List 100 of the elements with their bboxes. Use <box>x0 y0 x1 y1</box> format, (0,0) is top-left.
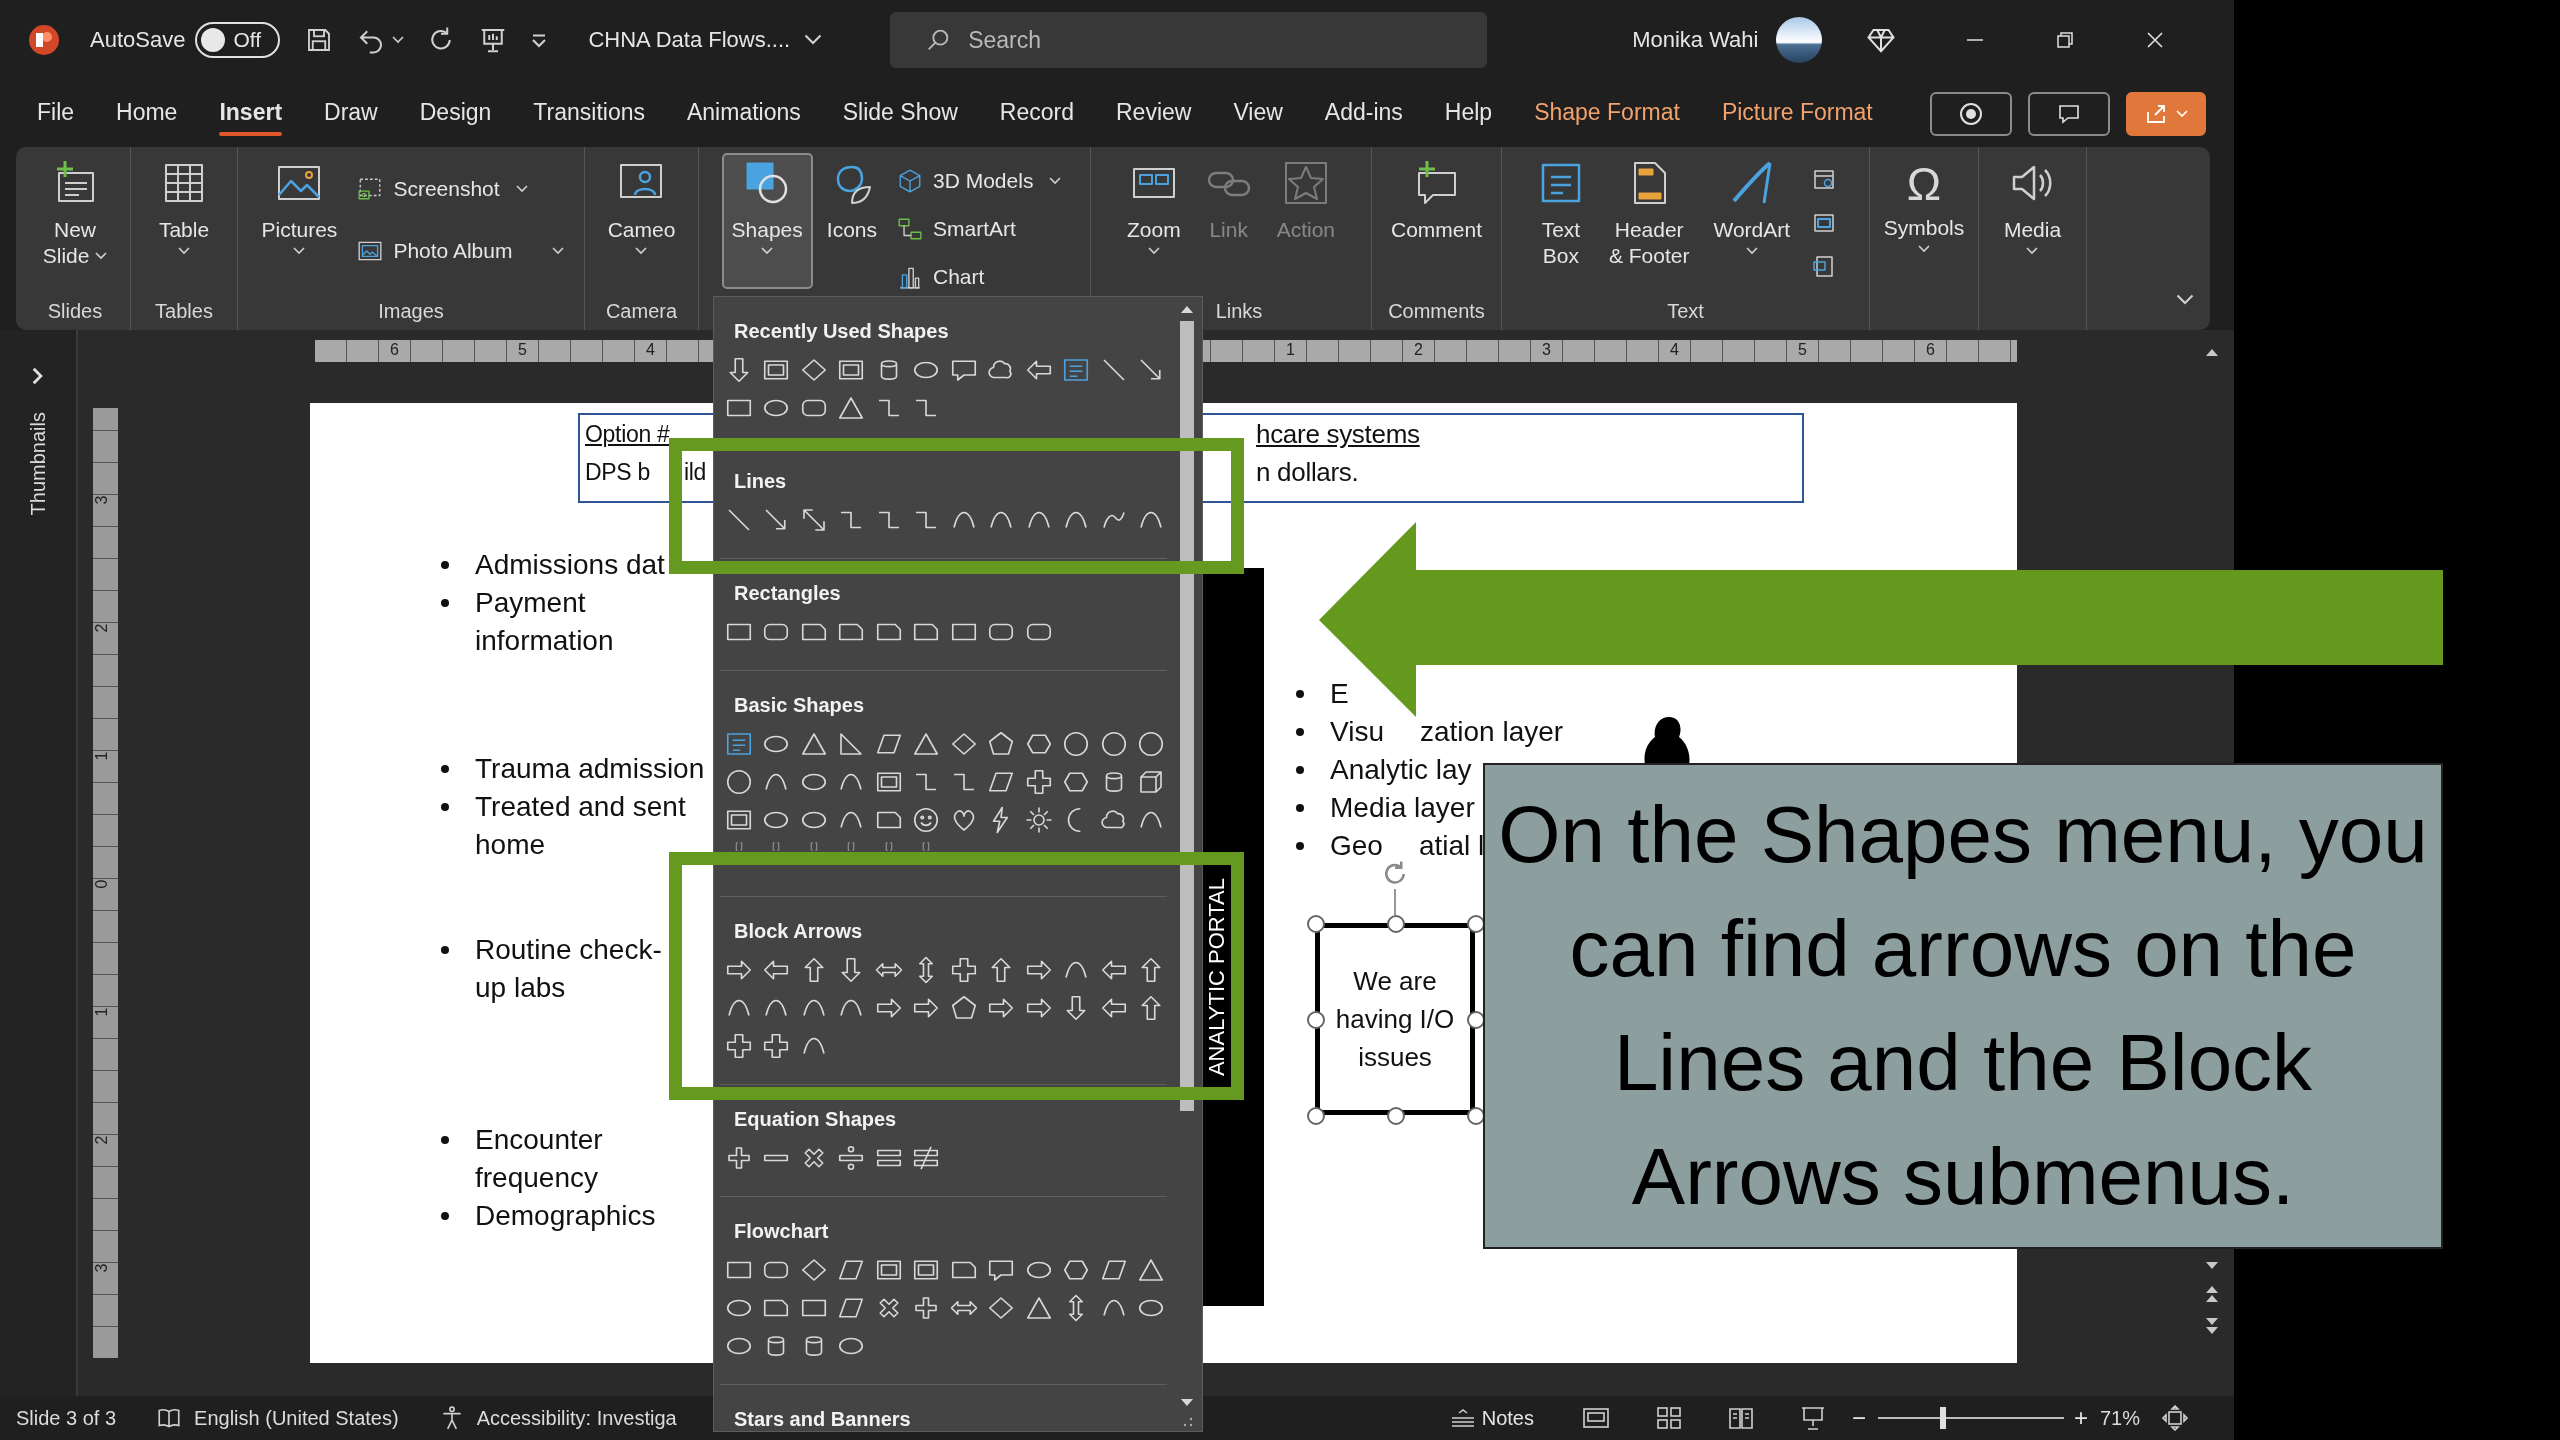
ribbon-button[interactable]: Media <box>1993 153 2072 289</box>
ribbon-tab[interactable]: Shape Format <box>1513 91 1701 136</box>
menu-section-title: Lines <box>734 469 787 493</box>
ribbon-tab[interactable]: Animations <box>666 91 822 136</box>
caret-icon[interactable] <box>804 34 823 46</box>
autosave-toggle[interactable]: Off <box>195 22 281 58</box>
ribbon-button[interactable]: SmartArt <box>891 207 1068 251</box>
bullet-text: Routine check- up labs <box>475 933 662 1005</box>
ribbon-button[interactable]: Icons <box>816 153 887 289</box>
ribbon-button[interactable]: 3D Models <box>891 159 1068 203</box>
ribbon-button[interactable]: Text Box <box>1526 153 1595 289</box>
ribbon-button[interactable]: Table <box>148 153 220 289</box>
bullet-icon <box>441 946 449 954</box>
ribbon-tab[interactable]: View <box>1212 91 1304 136</box>
zoom-slider[interactable] <box>1877 1407 2064 1429</box>
ribbon-tab[interactable]: Add-ins <box>1303 91 1424 136</box>
zoom-percent[interactable]: 71% <box>2099 1406 2140 1430</box>
ribbon-tab[interactable]: Help <box>1423 91 1514 136</box>
bullet-text: Payment information <box>475 586 614 658</box>
scrollbar-thumb[interactable] <box>1180 321 1194 1111</box>
ribbon-tab[interactable]: File <box>16 91 96 136</box>
resize-handle[interactable] <box>1307 1107 1325 1125</box>
ribbon-tab[interactable]: Design <box>398 91 513 136</box>
ribbon-tab[interactable]: Picture Format <box>1700 91 1894 136</box>
bullet-icon <box>441 1212 449 1220</box>
ribbon-button[interactable]: Chart <box>891 255 1068 299</box>
menu-section-title: Equation Shapes <box>734 1107 897 1131</box>
bullet-text: zation layer <box>1419 715 1564 749</box>
avatar[interactable] <box>1776 17 1823 63</box>
zoom-in-button[interactable]: + <box>2073 1404 2088 1432</box>
ribbon-button[interactable]: Header & Footer <box>1598 153 1700 289</box>
document-title[interactable]: CHNA Data Flows.... <box>588 27 791 53</box>
resize-handle[interactable] <box>1387 1107 1405 1125</box>
fit-to-window-icon[interactable] <box>2162 1405 2188 1431</box>
bullet-icon <box>1296 690 1304 698</box>
cube-icon <box>897 168 923 194</box>
calendar-icon <box>1812 167 1837 191</box>
presentation-app-logo-icon <box>28 24 60 56</box>
ribbon-button[interactable]: Screenshot <box>351 167 571 211</box>
ribbon-button[interactable]: New Slide <box>32 153 118 289</box>
ribbon-tab[interactable]: Draw <box>303 91 399 136</box>
slide-counter[interactable]: Slide 3 of 3 <box>16 1406 117 1430</box>
bullet-icon <box>441 803 449 811</box>
zoom-out-button[interactable]: − <box>1851 1404 1866 1432</box>
ribbon-tab[interactable]: Slide Show <box>821 91 979 136</box>
link-text[interactable]: hcare systems <box>1256 419 1420 450</box>
presenter-icon[interactable] <box>1799 1405 1826 1431</box>
bullet-icon <box>441 561 449 569</box>
group-label: Camera <box>605 299 678 324</box>
next-slide-icon[interactable] <box>2204 1316 2220 1336</box>
resize-grip-icon[interactable] <box>1181 1415 1193 1427</box>
ribbon-button[interactable]: Pictures <box>251 153 348 289</box>
ribbon-tab[interactable]: Home <box>95 91 199 136</box>
thumbnails-label[interactable]: Thumbnails <box>26 412 50 516</box>
ribbon-button[interactable]: Photo Album <box>351 229 571 273</box>
menu-section-title: Basic Shapes <box>734 693 865 717</box>
callout-text: On the Shapes menu, you can find arrows on the Lines and the Block Arrows submenus. <box>1483 763 2443 1249</box>
ribbon-button[interactable]: Cameo <box>597 153 686 289</box>
bullet-text: Media layer <box>1330 791 1475 825</box>
slider-thumb[interactable] <box>1940 1407 1947 1429</box>
ribbon-button[interactable]: Shapes <box>721 153 813 289</box>
bullet-text: Analytic lay <box>1330 753 1472 787</box>
ribbon-tab[interactable]: Transitions <box>512 91 666 136</box>
ribbon-button[interactable]: Comment <box>1381 153 1492 289</box>
group-label: Text <box>1667 299 1704 324</box>
accessibility-status[interactable]: Accessibility: Investiga <box>476 1406 677 1430</box>
ribbon-tab[interactable]: Insert <box>198 91 304 136</box>
resize-handle[interactable] <box>1387 915 1405 933</box>
customize-caret-icon[interactable] <box>530 31 549 49</box>
bullet-icon <box>1296 728 1304 736</box>
caret-icon[interactable] <box>2176 294 2194 306</box>
caret-icon[interactable] <box>392 36 405 44</box>
bullet-icon <box>441 599 449 607</box>
menu-section-title: Flowchart <box>734 1219 829 1243</box>
search-field[interactable]: Search <box>890 12 1488 68</box>
comments-button[interactable] <box>2028 91 2110 136</box>
ribbon-button[interactable]: Ω Symbols <box>1873 153 1975 289</box>
resize-handle[interactable] <box>1307 1011 1325 1029</box>
record-icon <box>1959 101 1983 126</box>
link-text[interactable]: Option # <box>585 421 670 448</box>
record-button[interactable] <box>1930 91 2012 136</box>
resize-handle[interactable] <box>1307 915 1325 933</box>
slide-icon <box>1812 211 1837 235</box>
language-status[interactable]: English (United States) <box>194 1406 399 1430</box>
ribbon-button[interactable]: Zoom <box>1116 153 1191 289</box>
ribbon-tab[interactable]: Record <box>978 91 1095 136</box>
previous-slide-icon[interactable] <box>2204 1284 2220 1304</box>
group-label: Comments <box>1388 299 1485 324</box>
user-name[interactable]: Monika Wahi <box>1632 27 1759 53</box>
grid-view-icon[interactable] <box>1655 1406 1682 1430</box>
menu-section-title: Rectangles <box>734 581 841 605</box>
reading-view-icon[interactable] <box>1727 1406 1754 1430</box>
menu-section-title: Stars and Banners <box>734 1407 911 1431</box>
ribbon-tab[interactable]: Review <box>1095 91 1213 136</box>
notes-icon <box>1449 1408 1476 1428</box>
share-button[interactable] <box>2126 91 2206 136</box>
ribbon-button[interactable]: WordArt <box>1703 153 1801 289</box>
normal-view-icon[interactable] <box>1581 1406 1610 1430</box>
bullet-icon <box>1296 804 1304 812</box>
notes-button[interactable]: Notes <box>1449 1406 1534 1430</box>
